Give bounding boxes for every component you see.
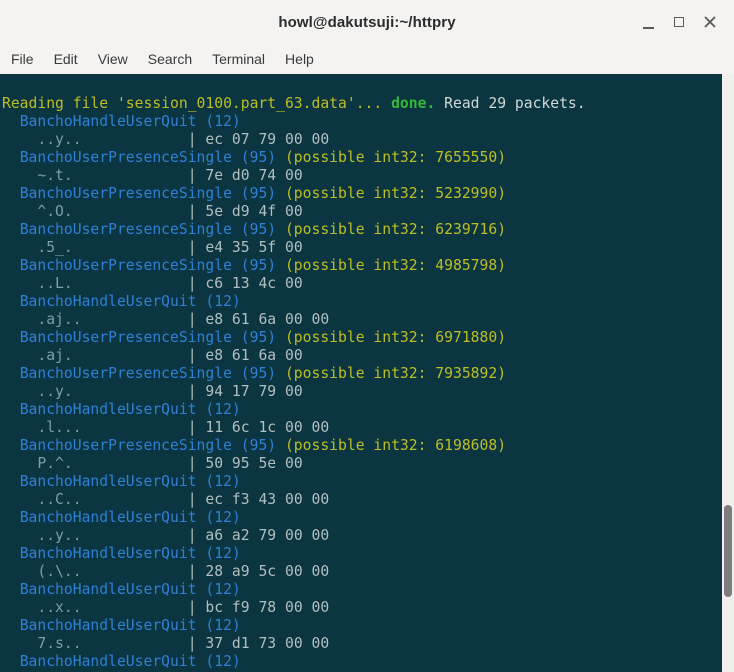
packet-line: BanchoHandleUserQuit (12) — [19, 545, 241, 562]
hexdump-line: ..y.. | a6 a2 79 00 00 — [37, 527, 330, 544]
packet-line: BanchoHandleUserQuit (12) — [19, 293, 241, 310]
minimize-icon — [642, 27, 654, 29]
menu-item-help[interactable]: Help — [275, 46, 324, 72]
packet-line: BanchoHandleUserQuit (12) — [19, 509, 241, 526]
hexdump-line: (.\.. | 28 a9 5c 00 00 — [37, 563, 330, 580]
hexdump-line: P.^. | 50 95 5e 00 — [37, 455, 303, 472]
packet-line: BanchoHandleUserQuit (12) — [19, 113, 241, 130]
scrollbar-thumb[interactable] — [724, 505, 732, 597]
hexdump-line: 7.s.. | 37 d1 73 00 00 — [37, 635, 330, 652]
window-title: howl@dakutsuji:~/httpry — [278, 13, 456, 31]
hexdump-line: .5_. | e4 35 5f 00 — [37, 239, 303, 256]
window-controls — [638, 0, 720, 44]
close-button[interactable] — [700, 8, 720, 36]
maximize-button[interactable] — [669, 8, 689, 36]
maximize-icon — [674, 17, 684, 27]
packet-line: BanchoUserPresenceSingle (95) (possible … — [19, 221, 507, 238]
menu-item-file[interactable]: File — [1, 46, 44, 72]
packet-line: BanchoHandleUserQuit (12) — [19, 653, 241, 670]
packet-line: BanchoUserPresenceSingle (95) (possible … — [19, 149, 507, 166]
hexdump-line: ..y.. | ec 07 79 00 00 — [37, 131, 330, 148]
packet-line: BanchoHandleUserQuit (12) — [19, 617, 241, 634]
menu-item-terminal[interactable]: Terminal — [202, 46, 275, 72]
menubar: File Edit View Search Terminal Help — [0, 44, 734, 74]
hexdump-line: ..x.. | bc f9 78 00 00 — [37, 599, 330, 616]
packet-line: BanchoHandleUserQuit (12) — [19, 581, 241, 598]
packet-line: BanchoHandleUserQuit (12) — [19, 473, 241, 490]
menu-item-view[interactable]: View — [88, 46, 138, 72]
minimize-button[interactable] — [638, 8, 658, 36]
packet-line: BanchoUserPresenceSingle (95) (possible … — [19, 257, 507, 274]
terminal-window: howl@dakutsuji:~/httpry File Edit View S… — [0, 0, 734, 672]
hexdump-line: ..y. | 94 17 79 00 — [37, 383, 303, 400]
packet-line: BanchoHandleUserQuit (12) — [19, 401, 241, 418]
hexdump-line: ..C.. | ec f3 43 00 00 — [37, 491, 330, 508]
menu-item-edit[interactable]: Edit — [44, 46, 88, 72]
packet-line: BanchoUserPresenceSingle (95) (possible … — [19, 329, 507, 346]
menu-item-search[interactable]: Search — [138, 46, 202, 72]
terminal-screen[interactable]: Reading file 'session_0100.part_63.data'… — [0, 74, 722, 672]
close-icon — [704, 16, 716, 28]
packet-line: BanchoUserPresenceSingle (95) (possible … — [19, 185, 507, 202]
hexdump-line: .aj.. | e8 61 6a 00 00 — [37, 311, 330, 328]
status-line: Reading file 'session_0100.part_63.data'… — [2, 95, 586, 112]
hexdump-line: .l... | 11 6c 1c 00 00 — [37, 419, 330, 436]
scrollbar-track[interactable] — [722, 74, 734, 672]
hexdump-line: ~.t. | 7e d0 74 00 — [37, 167, 303, 184]
packet-line: BanchoUserPresenceSingle (95) (possible … — [19, 437, 507, 454]
titlebar[interactable]: howl@dakutsuji:~/httpry — [0, 0, 734, 44]
hexdump-line: .aj. | e8 61 6a 00 — [37, 347, 303, 364]
hexdump-line: ..L. | c6 13 4c 00 — [37, 275, 303, 292]
hexdump-line: ^.O. | 5e d9 4f 00 — [37, 203, 303, 220]
packet-line: BanchoUserPresenceSingle (95) (possible … — [19, 365, 507, 382]
